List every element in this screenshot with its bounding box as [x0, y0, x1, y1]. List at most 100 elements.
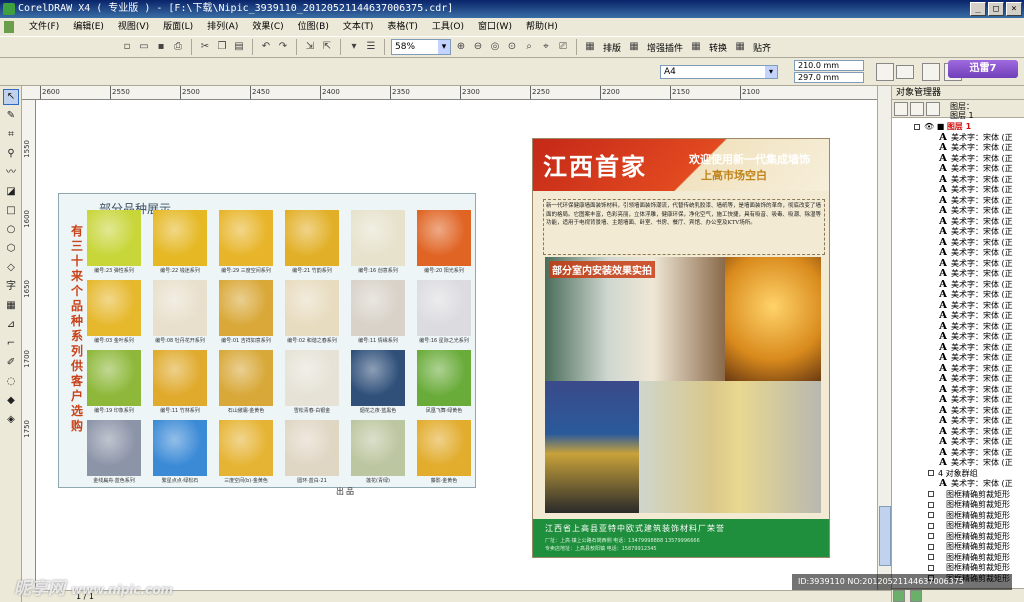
- object-row-group[interactable]: 4 对象群组: [892, 469, 1024, 480]
- object-row-artistic-text[interactable]: A 美术字：宋体 (正: [892, 322, 1024, 333]
- polygon-tool-icon[interactable]: ⬡: [3, 241, 19, 257]
- drawing-canvas[interactable]: 部分品种展示 有三十来个品种系列供客户选购 编号:23 弹性系列 编号:22 钱迷…: [36, 100, 877, 590]
- zoom-out-icon[interactable]: ⊖: [471, 40, 485, 54]
- object-row-artistic-text[interactable]: A 美术字：宋体 (正: [892, 154, 1024, 165]
- expand-icon[interactable]: [928, 491, 934, 497]
- close-button[interactable]: ×: [1006, 2, 1022, 16]
- menu-window[interactable]: 窗口(W): [471, 18, 519, 36]
- menu-effects[interactable]: 效果(C): [245, 18, 290, 36]
- menu-tools[interactable]: 工具(O): [425, 18, 471, 36]
- object-row-artistic-text[interactable]: A 美术字：宋体 (正: [892, 458, 1024, 469]
- layer-manager-view-icon[interactable]: [926, 101, 940, 116]
- object-row-artistic-text[interactable]: A 美术字：宋体 (正: [892, 185, 1024, 196]
- menu-text[interactable]: 文本(T): [336, 18, 381, 36]
- enhance-plugin-icon[interactable]: ▦: [627, 40, 641, 54]
- menu-bitmaps[interactable]: 位图(B): [291, 18, 336, 36]
- ellipse-tool-icon[interactable]: ○: [3, 222, 19, 238]
- object-row-artistic-text[interactable]: A 美术字：宋体 (正: [892, 175, 1024, 186]
- page-height-input[interactable]: 297.0 mm: [794, 72, 864, 83]
- object-row-artistic-text[interactable]: A 美术字：宋体 (正: [892, 364, 1024, 375]
- object-row-artistic-text[interactable]: A 美术字：宋体 (正: [892, 395, 1024, 406]
- menu-help[interactable]: 帮助(H): [519, 18, 565, 36]
- zoom-page-icon[interactable]: ⌕: [522, 40, 536, 54]
- menu-file[interactable]: 文件(F): [22, 18, 66, 36]
- zoom-tool-icon[interactable]: ⚲: [3, 146, 19, 162]
- connector-tool-icon[interactable]: ⌐: [3, 336, 19, 352]
- layer-row[interactable]: 👁 ■ 图层 1: [892, 122, 1024, 133]
- object-row-artistic-text[interactable]: A 美术字：宋体 (正: [892, 416, 1024, 427]
- expand-icon[interactable]: [928, 543, 934, 550]
- page-width-input[interactable]: 210.0 mm: [794, 60, 864, 71]
- object-row-powerclip[interactable]: 图框精确剪裁矩形: [892, 532, 1024, 543]
- document-icon[interactable]: [4, 21, 14, 33]
- zoom-all-icon[interactable]: ⊙: [505, 40, 519, 54]
- object-row-powerclip[interactable]: 图框精确剪裁矩形: [892, 542, 1024, 553]
- zoom-level-select[interactable]: 58%: [391, 39, 451, 55]
- basic-shapes-icon[interactable]: ◇: [3, 260, 19, 276]
- save-icon[interactable]: ▪: [154, 40, 168, 54]
- typeset-icon[interactable]: ▦: [583, 40, 597, 54]
- undo-icon[interactable]: ↶: [259, 40, 273, 54]
- open-file-icon[interactable]: ▭: [137, 40, 151, 54]
- object-row-artistic-text[interactable]: A 美术字：宋体 (正: [892, 374, 1024, 385]
- expand-icon[interactable]: [928, 554, 934, 560]
- flyer-artwork[interactable]: 江西首家 欢迎使用新一代集成墙饰 上高市场空白 新一代环保健康墙面装饰材料，引领…: [532, 138, 830, 558]
- object-row-artistic-text[interactable]: A 美术字：宋体 (正: [892, 164, 1024, 175]
- expand-icon[interactable]: [928, 501, 934, 508]
- paste-icon[interactable]: ▤: [232, 40, 246, 54]
- object-row-artistic-text[interactable]: A 美术字：宋体 (正: [892, 259, 1024, 270]
- expand-icon[interactable]: [928, 522, 934, 529]
- object-row-artistic-text[interactable]: A 美术字：宋体 (正: [892, 227, 1024, 238]
- object-row-powerclip[interactable]: 图框精确剪裁矩形: [892, 511, 1024, 522]
- object-row-powerclip[interactable]: 图框精确剪裁矩形: [892, 553, 1024, 564]
- expand-icon[interactable]: [928, 512, 934, 518]
- crop-tool-icon[interactable]: ⌗: [3, 127, 19, 143]
- object-row-artistic-text[interactable]: A 美术字：宋体 (正: [892, 311, 1024, 322]
- object-row-powerclip[interactable]: 图框精确剪裁矩形: [892, 500, 1024, 511]
- new-layer-icon[interactable]: [893, 590, 905, 602]
- collapse-icon[interactable]: [914, 123, 920, 130]
- scrollbar-thumb[interactable]: [879, 506, 891, 566]
- edit-across-layers-icon[interactable]: [910, 101, 924, 116]
- delete-layer-icon[interactable]: [909, 590, 922, 602]
- interactive-fill-icon[interactable]: ◈: [3, 412, 19, 428]
- shape-tool-icon[interactable]: ✎: [3, 108, 19, 124]
- convert-icon[interactable]: ▦: [689, 40, 703, 54]
- smart-fill-icon[interactable]: ◪: [3, 184, 19, 200]
- snap-icon[interactable]: ▦: [733, 40, 747, 54]
- object-row-artistic-text[interactable]: A 美术字：宋体 (正: [892, 290, 1024, 301]
- expand-icon[interactable]: [928, 533, 934, 539]
- object-row-artistic-text[interactable]: A 美术字：宋体 (正: [892, 196, 1024, 207]
- pick-tool-icon[interactable]: ↖: [3, 89, 19, 105]
- copy-icon[interactable]: ❐: [215, 40, 229, 54]
- object-row-artistic-text[interactable]: A 美术字：宋体 (正: [892, 385, 1024, 396]
- object-row-artistic-text[interactable]: A 美术字：宋体 (正: [892, 343, 1024, 354]
- menu-edit[interactable]: 编辑(E): [66, 18, 111, 36]
- vertical-ruler[interactable]: 1550 1600 1650 1700 1750: [22, 100, 36, 588]
- rectangle-tool-icon[interactable]: □: [3, 203, 19, 219]
- new-file-icon[interactable]: ▫: [120, 40, 134, 54]
- object-row-artistic-text[interactable]: A 美术字：宋体 (正: [892, 406, 1024, 417]
- print-icon[interactable]: ⎙: [171, 40, 185, 54]
- zoom-width-icon[interactable]: ⌖: [539, 40, 553, 54]
- outline-tool-icon[interactable]: ◌: [3, 374, 19, 390]
- import-icon[interactable]: ⇲: [303, 40, 317, 54]
- menu-arrange[interactable]: 排列(A): [200, 18, 245, 36]
- object-row-powerclip[interactable]: 图框精确剪裁矩形: [892, 490, 1024, 501]
- expand-icon[interactable]: [928, 564, 934, 571]
- landscape-icon[interactable]: [896, 65, 914, 79]
- object-row-artistic-text[interactable]: A 美术字：宋体 (正: [892, 280, 1024, 291]
- typeset-button[interactable]: 排版: [600, 41, 624, 54]
- freehand-tool-icon[interactable]: 〰: [3, 165, 19, 181]
- vertical-scrollbar[interactable]: [877, 86, 891, 590]
- redo-icon[interactable]: ↷: [276, 40, 290, 54]
- menu-table[interactable]: 表格(T): [380, 18, 425, 36]
- portrait-icon[interactable]: [876, 63, 894, 81]
- maximize-button[interactable]: □: [988, 2, 1004, 16]
- minimize-button[interactable]: _: [970, 2, 986, 16]
- app-launcher-icon[interactable]: ▾: [347, 40, 361, 54]
- product-showcase-artwork[interactable]: 部分品种展示 有三十来个品种系列供客户选购 编号:23 弹性系列 编号:22 钱迷…: [58, 193, 476, 488]
- object-row-artistic-text[interactable]: A 美术字：宋体 (正: [892, 437, 1024, 448]
- collapse-icon[interactable]: [928, 470, 934, 476]
- object-row-powerclip[interactable]: 图框精确剪裁矩形: [892, 563, 1024, 574]
